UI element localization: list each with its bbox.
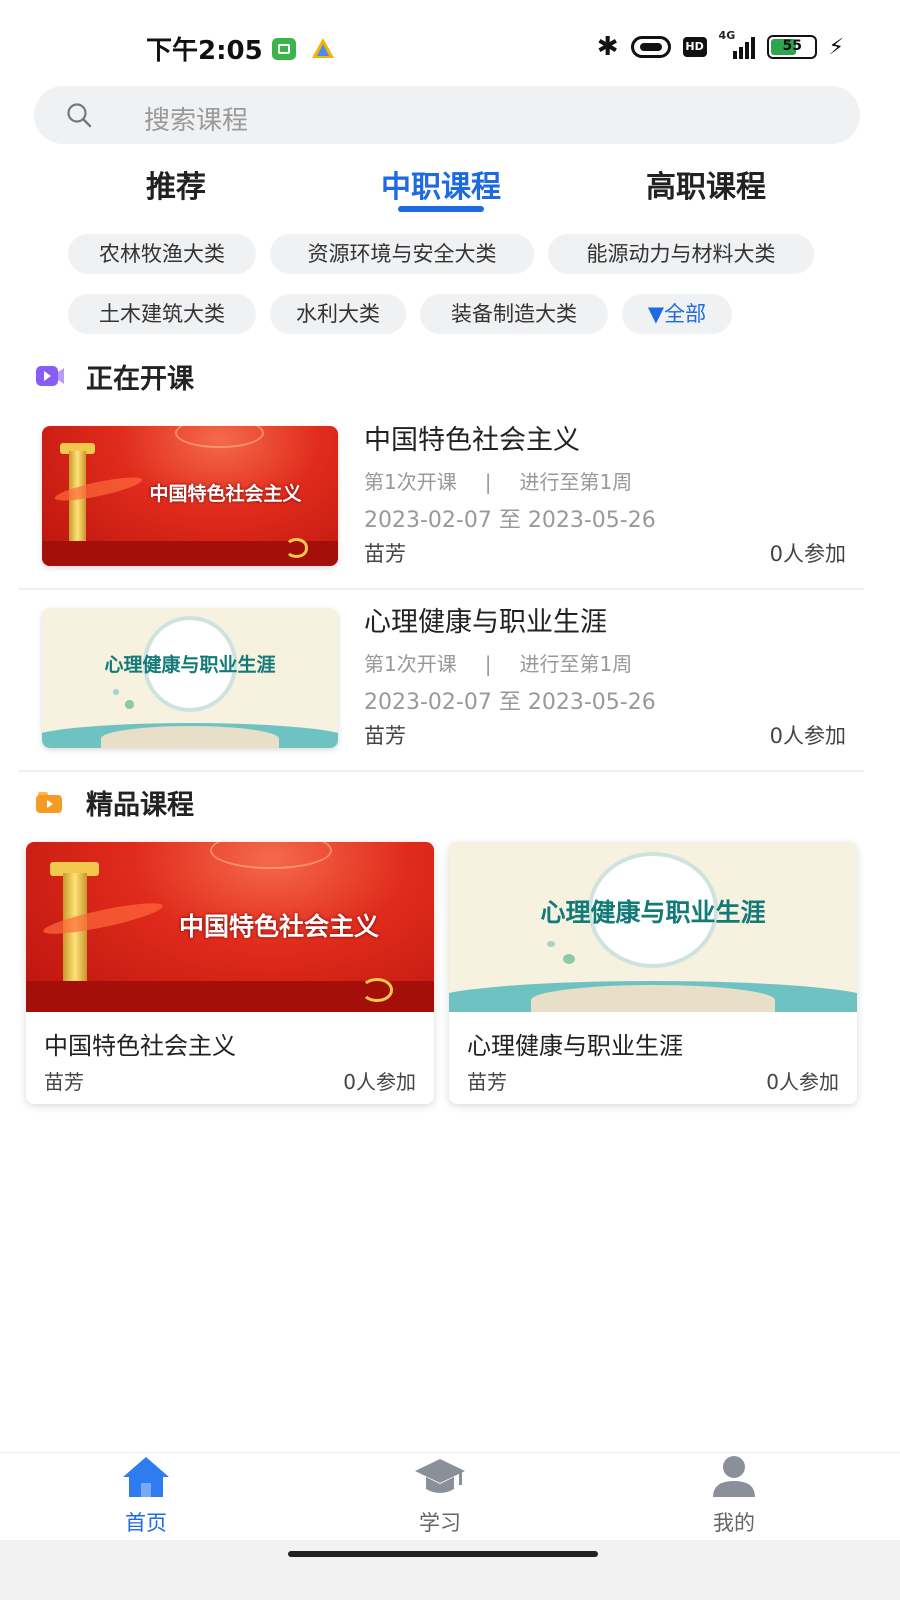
- thumbnail-caption: 中国特色社会主义: [178, 911, 379, 941]
- category-chip[interactable]: 农林牧渔大类: [68, 234, 256, 274]
- filter-icon: ▼: [647, 302, 665, 326]
- nav-home[interactable]: 首页: [46, 1453, 246, 1553]
- course-session-info: 第1次开课 | 进行至第1周: [364, 648, 632, 677]
- course-thumbnail: 心理健康与职业生涯: [42, 608, 338, 748]
- divider: [18, 770, 864, 772]
- hd-icon: HD: [682, 37, 707, 57]
- category-chip[interactable]: 水利大类: [270, 294, 406, 334]
- message-app-icon: [272, 38, 296, 60]
- category-chip[interactable]: 能源动力与材料大类: [548, 234, 814, 274]
- nav-label: 学习: [419, 1511, 461, 1535]
- course-thumbnail: 心理健康与职业生涯: [449, 842, 857, 1012]
- battery-level: 55: [782, 38, 803, 54]
- course-session-info: 第1次开课 | 进行至第1周: [364, 466, 632, 495]
- featured-course-card[interactable]: 中国特色社会主义 中国特色社会主义 苗芳 0人参加: [26, 842, 434, 1104]
- course-title: 心理健康与职业生涯: [467, 1032, 683, 1060]
- thumbnail-caption: 心理健康与职业生涯: [540, 898, 766, 927]
- tab-secondary-vocational[interactable]: 中职课程: [341, 162, 541, 206]
- bluetooth-icon: ✱: [596, 32, 619, 62]
- nav-profile[interactable]: 我的: [634, 1453, 834, 1553]
- course-list-item[interactable]: 中国特色社会主义 中国特色社会主义 第1次开课 | 进行至第1周 2023-02-0…: [18, 414, 864, 594]
- thumbnail-caption: 中国特色社会主义: [149, 483, 302, 506]
- category-chip[interactable]: 装备制造大类: [420, 294, 608, 334]
- app-notification-icon: [312, 38, 334, 58]
- course-participants: 0人参加: [769, 724, 846, 748]
- meta-separator: |: [484, 652, 492, 676]
- category-chip[interactable]: 资源环境与安全大类: [270, 234, 534, 274]
- course-teacher: 苗芳: [364, 542, 406, 566]
- category-chip[interactable]: 土木建筑大类: [68, 294, 256, 334]
- signal-icon: 4G: [719, 29, 755, 59]
- course-session: 第1次开课: [364, 652, 457, 676]
- tab-higher-vocational[interactable]: 高职课程: [606, 162, 806, 206]
- network-type: 4G: [718, 29, 736, 42]
- status-time: 下午2:05: [146, 36, 263, 66]
- divider: [18, 588, 864, 590]
- charging-icon: ⚡: [828, 34, 844, 60]
- course-participants: 0人参加: [343, 1070, 416, 1094]
- course-title: 中国特色社会主义: [44, 1032, 236, 1060]
- status-bar: 下午2:05 ✱ HD 4G 55 ⚡: [0, 0, 900, 90]
- course-list-item[interactable]: 心理健康与职业生涯 心理健康与职业生涯 第1次开课 | 进行至第1周 2023-02…: [18, 596, 864, 776]
- course-dates: 2023-02-07 至 2023-05-26: [364, 508, 656, 533]
- featured-courses-header: 精品课程: [36, 782, 194, 822]
- course-progress: 进行至第1周: [519, 470, 633, 494]
- nav-label: 首页: [125, 1511, 167, 1535]
- home-icon: [123, 1457, 169, 1497]
- tab-recommend[interactable]: 推荐: [76, 162, 276, 206]
- course-thumbnail: 中国特色社会主义: [26, 842, 434, 1012]
- featured-course-card[interactable]: 心理健康与职业生涯 心理健康与职业生涯 苗芳 0人参加: [449, 842, 857, 1104]
- system-gesture-area: [0, 1540, 900, 1600]
- featured-video-icon: [36, 792, 62, 813]
- current-courses-header: 正在开课: [36, 356, 194, 396]
- section-title: 精品课程: [86, 789, 194, 821]
- course-teacher: 苗芳: [467, 1070, 507, 1094]
- course-teacher: 苗芳: [364, 724, 406, 748]
- user-icon: [713, 1456, 755, 1497]
- nav-label: 我的: [713, 1511, 755, 1535]
- course-title: 心理健康与职业生涯: [364, 607, 607, 638]
- course-session: 第1次开课: [364, 470, 457, 494]
- course-teacher: 苗芳: [44, 1070, 84, 1094]
- nav-study[interactable]: 学习: [340, 1453, 540, 1553]
- course-title: 中国特色社会主义: [364, 425, 580, 456]
- meta-separator: |: [484, 470, 492, 494]
- search-icon: [67, 103, 92, 128]
- course-progress: 进行至第1周: [519, 652, 633, 676]
- graduation-cap-icon: [415, 1459, 465, 1493]
- course-dates: 2023-02-07 至 2023-05-26: [364, 690, 656, 715]
- search-input[interactable]: 搜索课程: [34, 86, 860, 144]
- thumbnail-caption: 心理健康与职业生涯: [104, 654, 276, 676]
- vibrate-icon: [630, 36, 671, 58]
- course-participants: 0人参加: [766, 1070, 839, 1094]
- all-categories-label: 全部: [664, 302, 707, 326]
- all-categories-chip[interactable]: ▼全部: [622, 294, 732, 334]
- battery-icon: 55: [766, 35, 817, 59]
- status-indicators: ✱ HD 4G 55 ⚡: [596, 29, 844, 62]
- section-title: 正在开课: [86, 363, 194, 395]
- course-thumbnail: 中国特色社会主义: [42, 426, 338, 566]
- home-gesture-bar[interactable]: [288, 1551, 598, 1557]
- course-level-tabs: 推荐 中职课程 高职课程: [0, 156, 900, 220]
- course-participants: 0人参加: [769, 542, 846, 566]
- active-tab-indicator: [398, 206, 484, 212]
- live-video-icon: [36, 366, 64, 386]
- search-placeholder: 搜索课程: [144, 106, 249, 136]
